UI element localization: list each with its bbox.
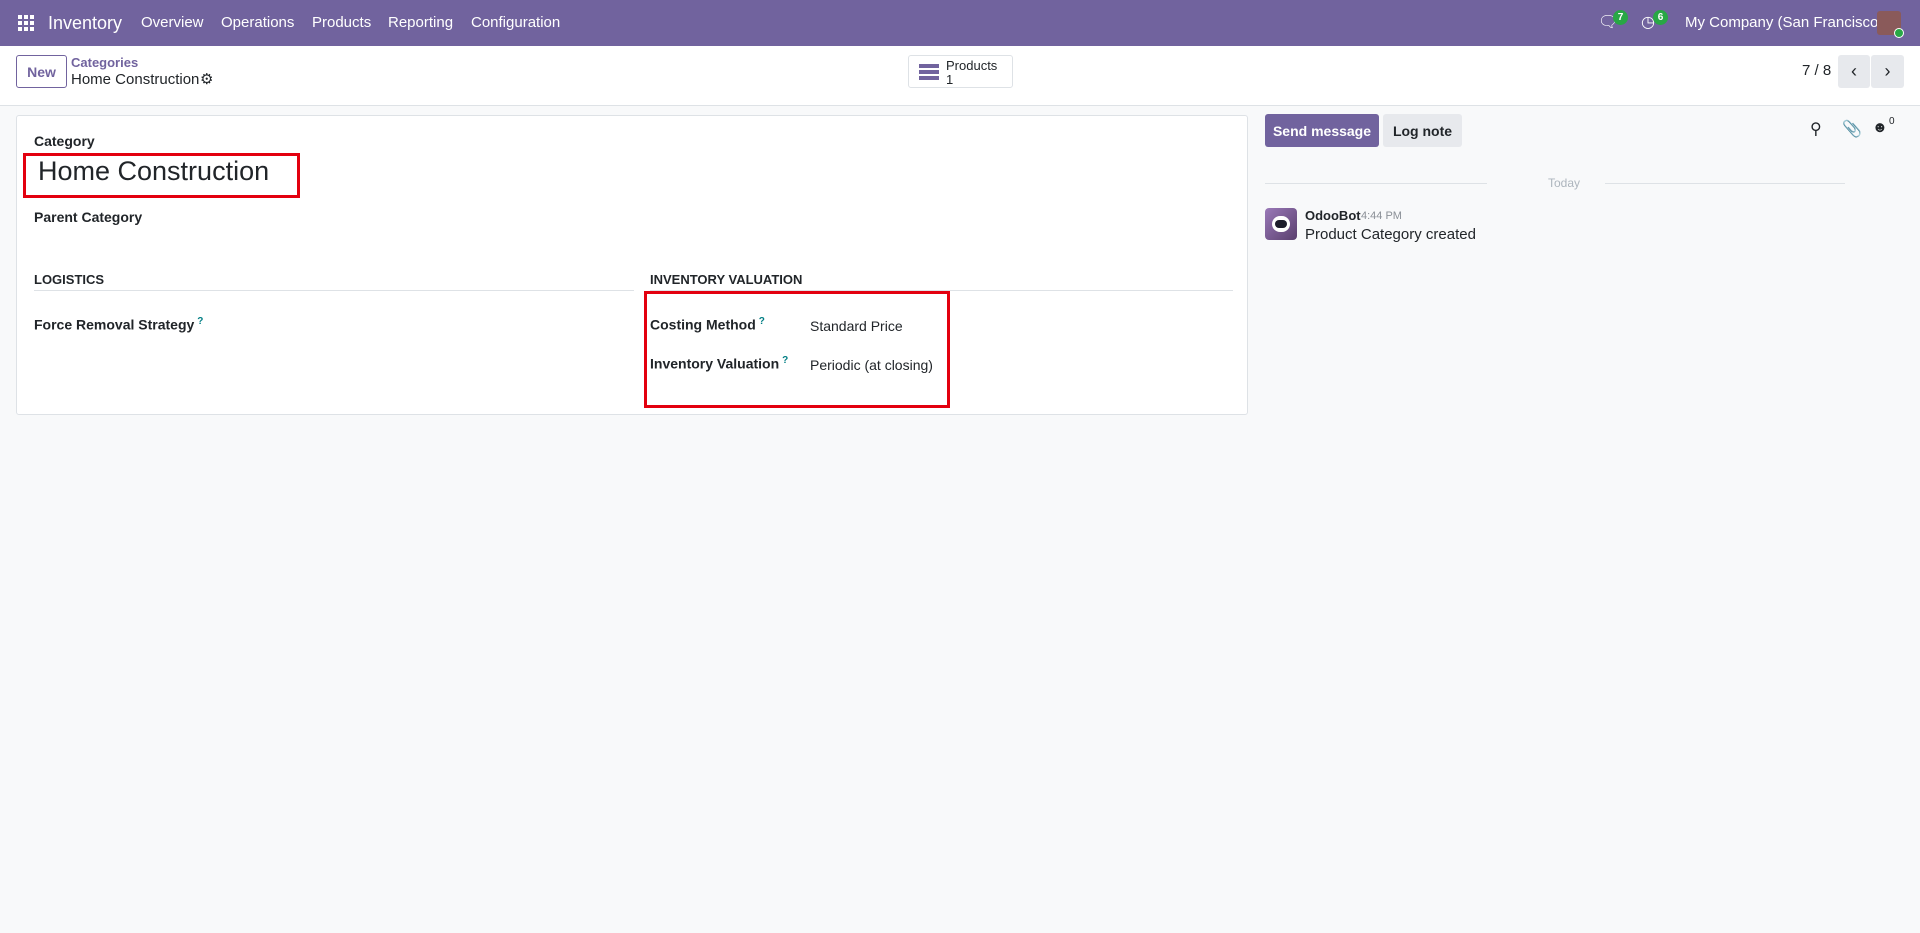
category-name-input[interactable]: Home Construction xyxy=(38,156,269,187)
log-note-button[interactable]: Log note xyxy=(1383,114,1462,147)
inventory-valuation-label: Inventory Valuation? xyxy=(650,355,789,372)
logistics-title: LOGISTICS xyxy=(34,272,105,287)
menu-overview[interactable]: Overview xyxy=(141,14,204,31)
message-time: 4:44 PM xyxy=(1361,210,1402,222)
paperclip-icon[interactable]: 📎 xyxy=(1842,119,1862,139)
list-icon xyxy=(919,64,939,80)
date-divider-left xyxy=(1265,183,1487,184)
valuation-title: INVENTORY VALUATION xyxy=(650,272,803,287)
message-author[interactable]: OdooBot xyxy=(1305,208,1361,223)
messages-badge: 7 xyxy=(1613,10,1628,25)
odoobot-avatar[interactable] xyxy=(1265,208,1297,240)
smart-button-label: Products xyxy=(946,58,998,73)
menu-configuration[interactable]: Configuration xyxy=(471,14,560,31)
menu-reporting[interactable]: Reporting xyxy=(388,14,453,31)
pager-value[interactable]: 7 / 8 xyxy=(1802,62,1831,79)
breadcrumb-current: Home Construction xyxy=(71,71,200,88)
online-status-icon xyxy=(1894,28,1904,38)
control-panel: New Categories Home Construction ⚙ Produ… xyxy=(0,46,1920,106)
message-body: Product Category created xyxy=(1305,226,1476,243)
products-smart-button[interactable]: Products 1 xyxy=(908,55,1013,88)
highlight-box-valuation xyxy=(644,291,950,408)
parent-category-label: Parent Category xyxy=(34,209,143,225)
date-separator: Today xyxy=(1547,176,1581,190)
logistics-divider xyxy=(34,290,634,291)
new-button[interactable]: New xyxy=(16,55,67,88)
menu-operations[interactable]: Operations xyxy=(221,14,294,31)
activities-badge: 6 xyxy=(1653,10,1668,25)
app-grid-icon[interactable] xyxy=(18,15,34,31)
inventory-valuation-value[interactable]: Periodic (at closing) xyxy=(810,357,933,373)
app-name[interactable]: Inventory xyxy=(48,13,122,34)
user-avatar[interactable] xyxy=(1877,11,1904,38)
smart-button-count: 1 xyxy=(946,72,954,87)
followers-icon[interactable]: ☻ xyxy=(1872,119,1888,136)
help-icon[interactable]: ? xyxy=(759,316,765,327)
costing-method-label: Costing Method? xyxy=(650,316,765,333)
menu-products[interactable]: Products xyxy=(312,14,371,31)
followers-count: 0 xyxy=(1889,116,1895,127)
breadcrumb-categories[interactable]: Categories xyxy=(71,55,138,70)
send-message-button[interactable]: Send message xyxy=(1265,114,1379,147)
form-sheet: Category Home Construction Parent Catego… xyxy=(16,115,1248,415)
costing-method-value[interactable]: Standard Price xyxy=(810,318,903,334)
pager-next-button[interactable]: › xyxy=(1871,55,1904,88)
pager-previous-button[interactable]: ‹ xyxy=(1838,55,1870,88)
help-icon[interactable]: ? xyxy=(197,316,203,327)
chatter: Send message Log note ⚲ 📎 ☻ 0 Today Odoo… xyxy=(1258,106,1920,933)
gear-icon[interactable]: ⚙ xyxy=(200,70,213,88)
date-divider-right xyxy=(1605,183,1845,184)
company-switcher[interactable]: My Company (San Francisco) xyxy=(1685,14,1883,31)
category-label: Category xyxy=(34,133,95,149)
help-icon[interactable]: ? xyxy=(782,355,788,366)
top-navbar: Inventory Overview Operations Products R… xyxy=(0,0,1920,46)
force-removal-label: Force Removal Strategy? xyxy=(34,316,204,333)
search-icon[interactable]: ⚲ xyxy=(1810,119,1822,139)
parent-category-input[interactable] xyxy=(217,204,617,230)
